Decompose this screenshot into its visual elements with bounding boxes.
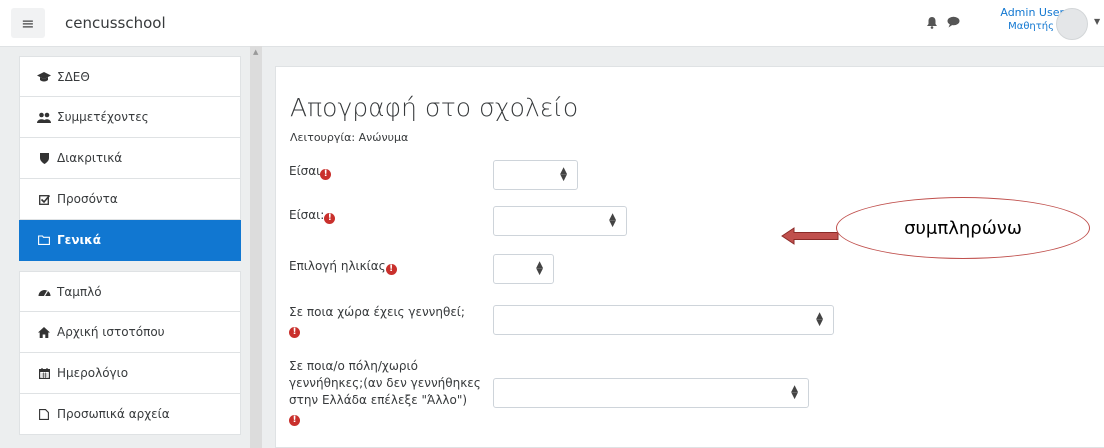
hamburger-icon: ≡ (21, 13, 35, 33)
site-nav-group: Ταμπλό Αρχική ιστοτόπου Ημερολόγιο Προσω… (19, 271, 241, 435)
graduation-cap-icon (37, 71, 51, 82)
question-text-line: γεννήθηκες;(αν δεν γεννήθηκες (289, 376, 481, 390)
select-gender[interactable]: ▲ ▼ (493, 160, 578, 190)
select-role[interactable]: ▲ ▼ (493, 206, 627, 236)
question-label-1: Είσαι! (289, 163, 332, 180)
required-icon: ! (289, 415, 300, 426)
hamburger-menu-button[interactable]: ≡ (11, 8, 45, 38)
dashboard-icon (37, 287, 51, 297)
question-text: Επιλογή ηλικίας (289, 259, 386, 273)
top-navbar: ≡ cencusschool Admin User Μαθητής ▼ (0, 0, 1104, 47)
select-age[interactable]: ▲ ▼ (493, 254, 554, 284)
question-text-line: Σε ποια/ο πόλη/χωριό (289, 359, 418, 373)
scroll-up-arrow-icon[interactable]: ▲ (253, 48, 258, 56)
question-text-line: στην Ελλάδα επέλεξε "Άλλο") (289, 393, 468, 407)
question-text: Είσαι (289, 164, 321, 178)
bell-icon[interactable] (926, 16, 938, 29)
select-caret-icon: ▲ ▼ (536, 260, 543, 277)
chat-icon[interactable] (947, 16, 960, 28)
shield-icon (37, 152, 51, 164)
question-text: Είσαι: (289, 208, 325, 222)
question-label-4: Σε ποια χώρα έχεις γεννηθεί;! (289, 304, 489, 338)
required-icon: ! (289, 327, 300, 338)
select-birth-city[interactable]: ▲ ▼ (493, 378, 809, 408)
sidebar-item-course[interactable]: ΣΔΕΘ (19, 56, 241, 97)
avatar[interactable] (1056, 8, 1088, 40)
sidebar: ΣΔΕΘ Συμμετέχοντες Διακριτικά Προσόντα Γ… (19, 56, 241, 435)
question-label-3: Επιλογή ηλικίας! (289, 258, 397, 275)
sidebar-item-calendar[interactable]: Ημερολόγιο (19, 353, 241, 394)
select-caret-icon: ▲ ▼ (791, 384, 798, 401)
users-icon (37, 112, 51, 123)
required-icon: ! (324, 213, 336, 224)
sidebar-item-competencies[interactable]: Προσόντα (19, 179, 241, 220)
sidebar-item-label: Συμμετέχοντες (57, 110, 149, 124)
sidebar-item-badges[interactable]: Διακριτικά (19, 138, 241, 179)
sidebar-item-label: Διακριτικά (57, 151, 123, 165)
annotation-arrow-icon (781, 227, 839, 245)
user-name[interactable]: Admin User (978, 6, 1064, 19)
sidebar-item-site-home[interactable]: Αρχική ιστοτόπου (19, 312, 241, 353)
folder-icon (37, 235, 51, 245)
required-icon: ! (320, 169, 332, 180)
sidebar-item-private-files[interactable]: Προσωπικά αρχεία (19, 394, 241, 435)
page-title: Απογραφή στο σχολείο (290, 93, 579, 122)
file-icon (37, 408, 51, 420)
annotation-callout: συμπληρώνω (836, 197, 1090, 259)
course-nav-group: ΣΔΕΘ Συμμετέχοντες Διακριτικά Προσόντα Γ… (19, 56, 241, 261)
chevron-down-icon[interactable]: ▼ (1094, 17, 1100, 26)
question-text: Σε ποια χώρα έχεις γεννηθεί; (289, 305, 465, 319)
sidebar-item-participants[interactable]: Συμμετέχοντες (19, 97, 241, 138)
sidebar-item-general[interactable]: Γενικά (19, 220, 241, 261)
sidebar-item-label: Γενικά (57, 233, 101, 247)
home-icon (37, 326, 51, 338)
sidebar-item-label: Ημερολόγιο (57, 366, 129, 380)
sidebar-item-label: Προσωπικά αρχεία (57, 407, 170, 421)
sidebar-scrollbar[interactable] (250, 46, 262, 448)
calendar-icon (37, 367, 51, 379)
sidebar-item-label: Ταμπλό (57, 284, 102, 299)
required-icon: ! (385, 264, 397, 275)
sidebar-item-label: ΣΔΕΘ (57, 69, 90, 84)
select-birth-country[interactable]: ▲ ▼ (493, 305, 834, 335)
user-role: Μαθητής (1008, 21, 1054, 32)
annotation-text: συμπληρώνω (904, 217, 1022, 239)
question-label-2: Είσαι:! (289, 207, 336, 224)
select-caret-icon: ▲ ▼ (816, 311, 823, 328)
checkbox-icon (37, 194, 51, 205)
sidebar-item-label: Προσόντα (57, 192, 118, 206)
select-caret-icon: ▲ ▼ (609, 212, 616, 229)
question-label-5: Σε ποια/ο πόλη/χωριό γεννήθηκες;(αν δεν … (289, 358, 494, 426)
site-name[interactable]: cencusschool (65, 14, 166, 32)
sidebar-item-label: Αρχική ιστοτόπου (57, 325, 165, 339)
survey-mode: Λειτουργία: Ανώνυμα (290, 131, 409, 144)
sidebar-item-dashboard[interactable]: Ταμπλό (19, 271, 241, 312)
select-caret-icon: ▲ ▼ (560, 166, 567, 183)
